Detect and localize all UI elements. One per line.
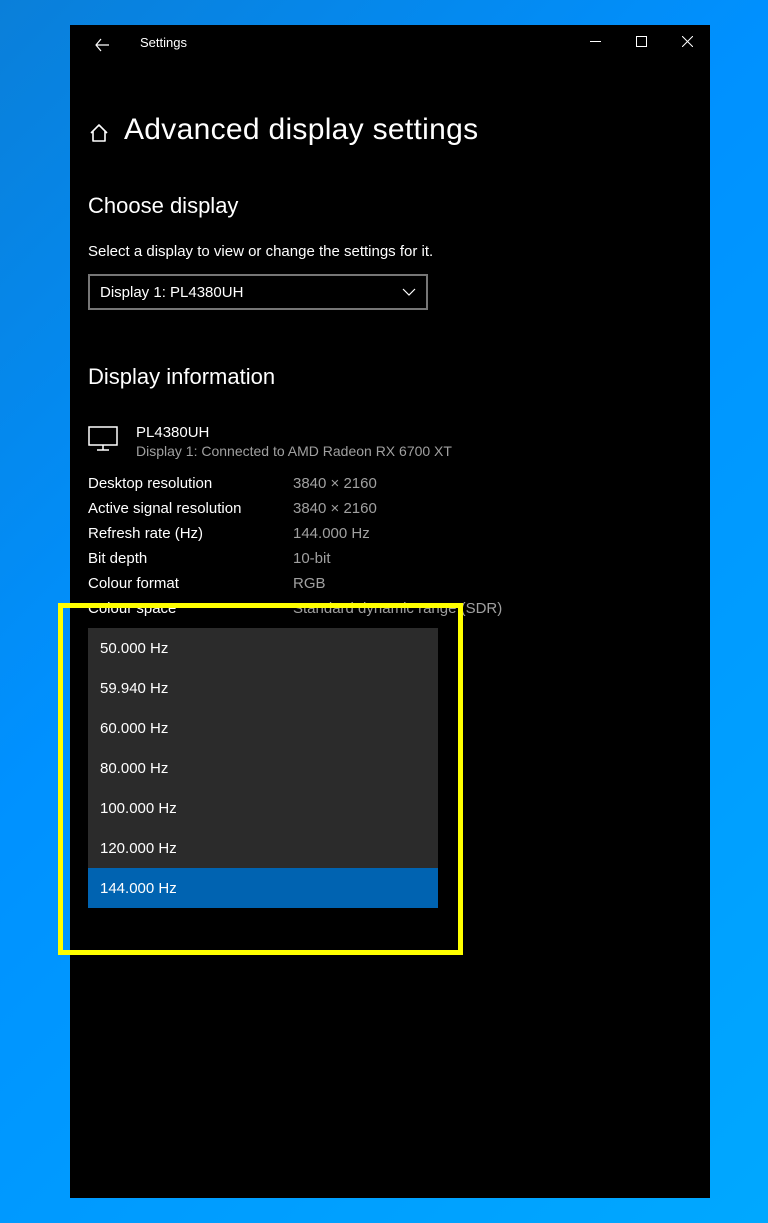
- refresh-rate-option-selected[interactable]: 144.000 Hz: [88, 868, 438, 908]
- window-title: Settings: [140, 35, 187, 50]
- monitor-block: PL4380UH Display 1: Connected to AMD Rad…: [88, 424, 692, 459]
- maximize-button[interactable]: [618, 25, 664, 57]
- home-icon[interactable]: [88, 122, 110, 144]
- info-label: Bit depth: [88, 550, 293, 567]
- close-icon: [682, 36, 693, 47]
- display-info-table: Desktop resolution 3840 × 2160 Active si…: [88, 475, 692, 617]
- info-value: RGB: [293, 575, 326, 592]
- choose-display-subtext: Select a display to view or change the s…: [88, 243, 692, 260]
- refresh-rate-option[interactable]: 50.000 Hz: [88, 628, 438, 668]
- refresh-rate-option[interactable]: 120.000 Hz: [88, 828, 438, 868]
- info-label: Active signal resolution: [88, 500, 293, 517]
- minimize-icon: [590, 36, 601, 47]
- info-label: Colour space: [88, 600, 293, 617]
- info-value: 144.000 Hz: [293, 525, 370, 542]
- monitor-name: PL4380UH: [136, 424, 452, 441]
- info-row: Active signal resolution 3840 × 2160: [88, 500, 692, 517]
- minimize-button[interactable]: [572, 25, 618, 57]
- back-arrow-icon: [93, 36, 111, 54]
- info-value: Standard dynamic range (SDR): [293, 600, 502, 617]
- info-label: Refresh rate (Hz): [88, 525, 293, 542]
- back-button[interactable]: [90, 33, 114, 57]
- info-value: 3840 × 2160: [293, 500, 377, 517]
- info-row: Colour format RGB: [88, 575, 692, 592]
- display-select-value: Display 1: PL4380UH: [100, 284, 243, 301]
- info-label: Colour format: [88, 575, 293, 592]
- info-row: Bit depth 10-bit: [88, 550, 692, 567]
- close-button[interactable]: [664, 25, 710, 57]
- titlebar: Settings: [70, 25, 710, 65]
- info-value: 10-bit: [293, 550, 331, 567]
- info-label: Desktop resolution: [88, 475, 293, 492]
- info-row: Colour space Standard dynamic range (SDR…: [88, 600, 692, 617]
- choose-display-heading: Choose display: [88, 193, 692, 219]
- info-row: Refresh rate (Hz) 144.000 Hz: [88, 525, 692, 542]
- refresh-rate-option[interactable]: 60.000 Hz: [88, 708, 438, 748]
- refresh-rate-option[interactable]: 80.000 Hz: [88, 748, 438, 788]
- page-title: Advanced display settings: [124, 113, 478, 147]
- page-header: Advanced display settings: [88, 113, 692, 147]
- monitor-connection: Display 1: Connected to AMD Radeon RX 67…: [136, 443, 452, 459]
- monitor-icon: [88, 426, 118, 452]
- info-row: Desktop resolution 3840 × 2160: [88, 475, 692, 492]
- info-value: 3840 × 2160: [293, 475, 377, 492]
- display-info-heading: Display information: [88, 364, 692, 390]
- maximize-icon: [636, 36, 647, 47]
- window-controls: [572, 25, 710, 57]
- refresh-rate-option[interactable]: 59.940 Hz: [88, 668, 438, 708]
- chevron-down-icon: [402, 288, 416, 296]
- display-select-dropdown[interactable]: Display 1: PL4380UH: [88, 274, 428, 310]
- refresh-rate-option[interactable]: 100.000 Hz: [88, 788, 438, 828]
- refresh-rate-dropdown-popup: 50.000 Hz 59.940 Hz 60.000 Hz 80.000 Hz …: [88, 628, 438, 908]
- settings-window: Settings: [70, 25, 710, 1198]
